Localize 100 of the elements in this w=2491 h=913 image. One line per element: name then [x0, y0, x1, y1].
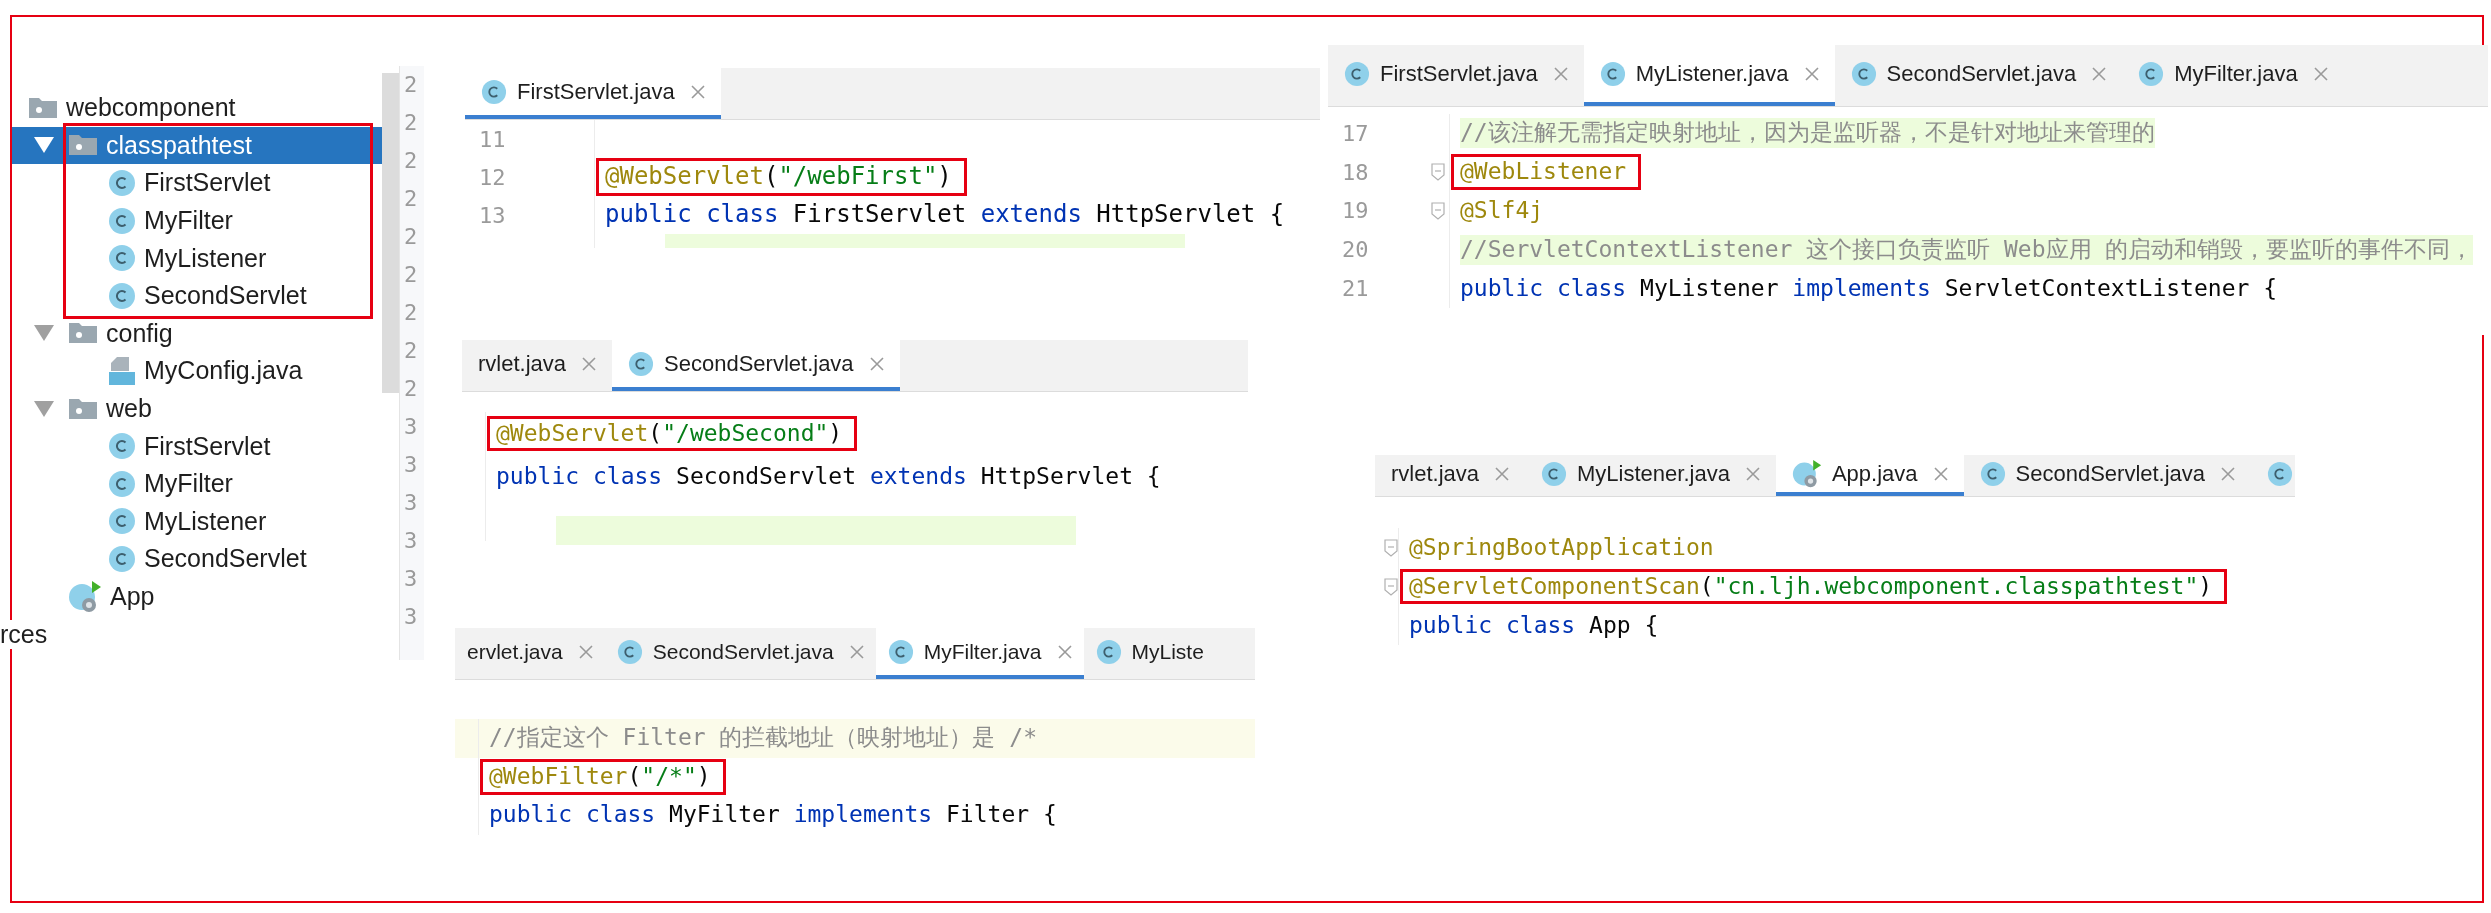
editor-tab[interactable]: SecondServlet.java: [604, 628, 876, 679]
java-file-icon: [108, 355, 136, 386]
class-icon: [1541, 460, 1568, 487]
line-number: 19: [1342, 198, 1369, 224]
line-number: 3: [403, 603, 419, 631]
class-icon: [2267, 460, 2294, 487]
close-icon[interactable]: [1057, 644, 1072, 659]
editor-tab[interactable]: MyFilter.java: [875, 628, 1084, 679]
close-icon[interactable]: [1553, 66, 1568, 81]
editor-tab[interactable]: SecondServlet.java: [1834, 45, 2123, 106]
class-icon: [481, 78, 507, 105]
class-icon: [108, 507, 136, 536]
line-number: 2: [403, 375, 419, 403]
class-icon: [1344, 60, 1370, 87]
line-number: 2: [403, 261, 419, 289]
class-icon: [616, 638, 643, 665]
folder-icon: [28, 95, 58, 120]
line-number: 3: [403, 565, 419, 593]
close-icon[interactable]: [849, 644, 864, 659]
close-icon[interactable]: [869, 356, 884, 371]
class-icon: [1095, 638, 1122, 665]
line-number: 21: [1342, 276, 1369, 302]
tree-item[interactable]: SecondServlet: [12, 276, 383, 315]
tree-item[interactable]: FirstServlet: [12, 427, 383, 465]
line-number: 2: [403, 185, 419, 213]
line-number: 2: [403, 109, 419, 137]
editor-tab[interactable]: SecondServlet.java: [612, 340, 900, 391]
class-icon: [108, 206, 136, 235]
editor-tab[interactable]: rvlet.java: [1375, 455, 1526, 496]
tree-item[interactable]: MyListener: [12, 502, 383, 541]
fold-icon[interactable]: [1384, 538, 1398, 557]
editor-tab[interactable]: rvlet.java: [462, 340, 613, 391]
folder-icon: [68, 321, 98, 346]
tree-item[interactable]: MyConfig.java: [12, 352, 383, 390]
code-line: //指定这个 Filter 的拦截地址（映射地址）是 /*: [489, 723, 1037, 753]
tree-item[interactable]: classpathtest: [12, 126, 383, 165]
tree-item[interactable]: webcomponent: [12, 89, 383, 127]
folder-icon: [68, 133, 98, 158]
editor-tab[interactable]: MyListe: [1083, 628, 1216, 679]
class-icon: [887, 638, 914, 665]
close-icon[interactable]: [690, 84, 705, 99]
class-icon: [1850, 60, 1877, 87]
editor-tab[interactable]: SecondServlet.java: [1963, 455, 2252, 496]
app-class-icon: [1791, 458, 1822, 489]
class-icon: [2138, 60, 2165, 87]
close-icon[interactable]: [582, 356, 597, 371]
editor-tab[interactable]: App.java: [1775, 455, 1964, 496]
tree-item[interactable]: config: [12, 314, 383, 353]
code-line: @Slf4j: [1460, 196, 1544, 226]
code-line: public class App {: [1409, 610, 1659, 640]
class-icon: [108, 244, 136, 273]
folder-icon: [68, 396, 98, 421]
editor-tab[interactable]: MyListener.java: [1583, 45, 1835, 106]
tree-item[interactable]: FirstServlet: [12, 164, 383, 202]
editor-tab[interactable]: FirstServlet.java: [465, 68, 721, 119]
line-number: 2: [403, 147, 419, 175]
tree-item[interactable]: web: [12, 389, 383, 428]
tree-item[interactable]: rces: [0, 619, 48, 649]
code-line: public class FirstServlet extends HttpServlet {: [605, 199, 1285, 231]
class-icon: [108, 469, 136, 498]
class-icon: [1979, 460, 2006, 487]
class-icon: [108, 281, 136, 310]
line-number: 11: [479, 126, 506, 152]
line-number: 2: [403, 299, 419, 327]
line-number: 3: [403, 489, 419, 517]
editor-tab[interactable]: MyListener.java: [1525, 455, 1776, 496]
line-number: 2: [403, 223, 419, 251]
line-number: 18: [1342, 159, 1369, 185]
tree-item[interactable]: App: [12, 577, 383, 616]
fold-icon[interactable]: [1431, 163, 1445, 182]
line-number: 2: [403, 337, 419, 365]
tree-item[interactable]: MyFilter: [12, 464, 383, 503]
close-icon[interactable]: [2313, 66, 2328, 81]
line-number: 12: [479, 164, 506, 190]
code-line: public class MyFilter implements Filter {: [489, 800, 1057, 830]
class-icon: [1599, 60, 1626, 87]
line-number: 3: [403, 413, 419, 441]
close-icon[interactable]: [1933, 466, 1948, 481]
fold-icon[interactable]: [1431, 202, 1445, 220]
close-icon[interactable]: [1495, 466, 1510, 481]
close-icon[interactable]: [1804, 66, 1819, 81]
tree-item[interactable]: MyListener: [12, 239, 383, 277]
class-icon: [628, 350, 655, 377]
line-number: 20: [1342, 237, 1369, 263]
fold-icon[interactable]: [1384, 577, 1398, 596]
code-line: @SpringBootApplication: [1409, 532, 1714, 562]
class-icon: [108, 544, 136, 573]
close-icon[interactable]: [1745, 466, 1760, 481]
close-icon[interactable]: [2221, 466, 2236, 481]
close-icon[interactable]: [578, 644, 593, 659]
code-line: public class MyListener implements ServletContextListener {: [1460, 273, 2278, 303]
tree-item[interactable]: MyFilter: [12, 201, 383, 240]
scrollbar[interactable]: [382, 73, 400, 393]
editor-tab[interactable]: ervlet.java: [455, 628, 605, 679]
close-icon[interactable]: [2092, 66, 2107, 81]
editor-tab[interactable]: FirstServlet.java: [1328, 45, 1584, 106]
tree-item[interactable]: SecondServlet: [12, 540, 383, 578]
line-number: 13: [479, 202, 506, 228]
editor-tab[interactable]: MyFilter.java: [2122, 45, 2344, 106]
class-icon: [108, 432, 136, 461]
